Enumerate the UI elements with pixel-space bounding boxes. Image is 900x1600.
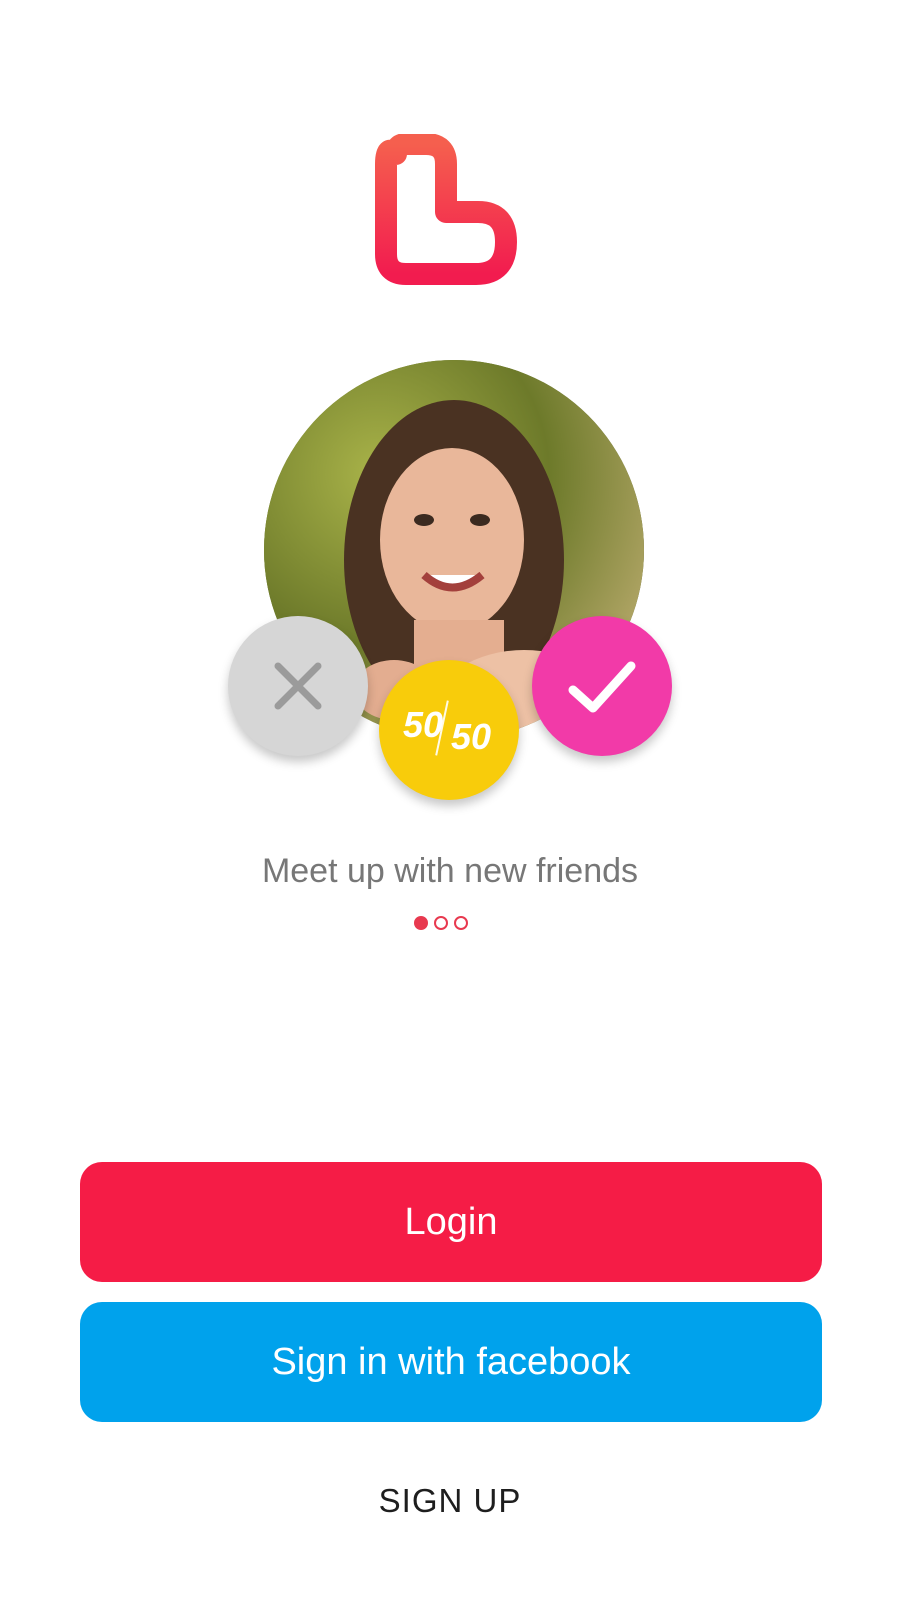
hero-illustration: 50 50 xyxy=(222,360,682,800)
checkmark-icon xyxy=(568,661,636,713)
page-indicator xyxy=(414,916,468,930)
onboarding-screen: 50 50 Meet up with new friends Login Sig… xyxy=(0,0,900,1600)
app-logo-icon xyxy=(366,133,522,290)
fifty-fifty-button[interactable]: 50 50 xyxy=(379,660,519,800)
facebook-signin-button[interactable]: Sign in with facebook xyxy=(80,1302,822,1422)
close-icon xyxy=(274,662,322,710)
dislike-button[interactable] xyxy=(228,616,368,756)
fifty-right-label: 50 xyxy=(451,716,492,757)
fifty-left-label: 50 xyxy=(403,704,444,745)
page-dot-2[interactable] xyxy=(434,916,448,930)
page-dot-3[interactable] xyxy=(454,916,468,930)
login-button[interactable]: Login xyxy=(80,1162,822,1282)
like-button[interactable] xyxy=(532,616,672,756)
signup-link[interactable]: SIGN UP xyxy=(0,1482,900,1520)
page-dot-1[interactable] xyxy=(414,916,428,930)
onboarding-tagline: Meet up with new friends xyxy=(261,852,639,890)
